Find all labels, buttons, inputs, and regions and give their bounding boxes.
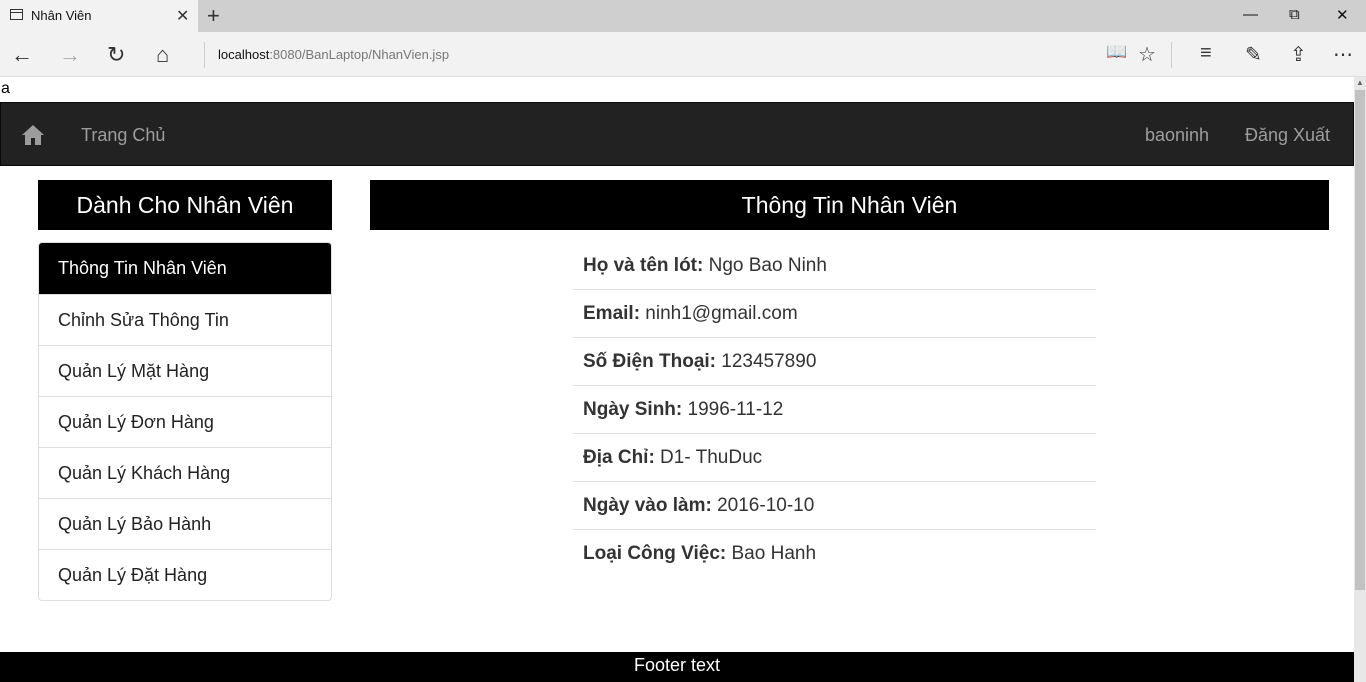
browser-titlebar: Nhân Viên ✕ + — ⧉ ✕ bbox=[0, 0, 1366, 32]
info-row-job-type: Loại Công Việc: Bao Hanh bbox=[573, 530, 1096, 578]
info-row-email: Email: ninh1@gmail.com bbox=[573, 290, 1096, 338]
info-value: Bao Hanh bbox=[726, 543, 817, 564]
maximize-button[interactable]: ⧉ bbox=[1289, 6, 1300, 23]
info-label: Loại Công Việc: bbox=[583, 543, 727, 564]
info-label: Ngày Sinh: bbox=[583, 399, 683, 420]
info-value: D1- ThuDuc bbox=[654, 447, 763, 468]
more-icon[interactable]: ⋯ bbox=[1333, 42, 1353, 67]
info-label: Họ và tên lót: bbox=[583, 255, 704, 276]
sidebar-menu: Thông Tin Nhân Viên Chỉnh Sửa Thông Tin … bbox=[38, 242, 332, 601]
browser-tab[interactable]: Nhân Viên ✕ bbox=[0, 0, 198, 32]
info-value: Ngo Bao Ninh bbox=[703, 255, 827, 276]
url-input[interactable]: localhost:8080/BanLaptop/NhanVien.jsp bbox=[218, 47, 449, 62]
minimize-button[interactable]: — bbox=[1243, 6, 1258, 23]
tab-close-icon[interactable]: ✕ bbox=[176, 6, 189, 26]
nav-link-home[interactable]: Trang Chủ bbox=[81, 125, 165, 146]
refresh-icon[interactable]: ↻ bbox=[107, 42, 125, 68]
scroll-up-arrow-icon[interactable]: ▲ bbox=[1356, 78, 1364, 87]
forward-icon[interactable]: → bbox=[59, 42, 81, 68]
web-note-icon[interactable]: ✎ bbox=[1245, 42, 1262, 67]
page-content: a Trang Chủ baoninh Đăng Xuất Dành Cho N… bbox=[0, 77, 1354, 682]
sidebar-item-manage-customers[interactable]: Quản Lý Khách Hàng bbox=[39, 447, 331, 498]
page-icon bbox=[10, 9, 23, 20]
footer: Footer text bbox=[0, 652, 1354, 682]
sidebar-item-manage-bookings[interactable]: Quản Lý Đặt Hàng bbox=[39, 549, 331, 600]
favorite-star-icon[interactable]: ☆ bbox=[1138, 42, 1156, 67]
employee-info-list: Họ và tên lót: Ngo Bao Ninh Email: ninh1… bbox=[573, 242, 1096, 578]
sidebar-item-edit-info[interactable]: Chỉnh Sửa Thông Tin bbox=[39, 294, 331, 345]
info-label: Email: bbox=[583, 303, 641, 324]
divider bbox=[1171, 42, 1172, 68]
info-value: 1996-11-12 bbox=[682, 399, 784, 420]
new-tab-button[interactable]: + bbox=[207, 3, 220, 29]
back-icon[interactable]: ← bbox=[11, 42, 33, 68]
page-title: Thông Tin Nhân Viên bbox=[370, 180, 1329, 230]
divider bbox=[204, 42, 205, 68]
info-label: Số Điện Thoại: bbox=[583, 351, 716, 372]
info-row-full-name: Họ và tên lót: Ngo Bao Ninh bbox=[573, 242, 1096, 290]
url-path: :8080/BanLaptop/NhanVien.jsp bbox=[269, 47, 450, 62]
nav-link-logout[interactable]: Đăng Xuất bbox=[1245, 125, 1330, 146]
hub-icon[interactable]: ≡ bbox=[1200, 42, 1212, 65]
sidebar-item-manage-orders[interactable]: Quản Lý Đơn Hàng bbox=[39, 396, 331, 447]
nav-link-username[interactable]: baoninh bbox=[1145, 125, 1209, 146]
sidebar-item-manage-products[interactable]: Quản Lý Mặt Hàng bbox=[39, 345, 331, 396]
info-row-start-date: Ngày vào làm: 2016-10-10 bbox=[573, 482, 1096, 530]
info-value: ninh1@gmail.com bbox=[640, 303, 798, 324]
url-host: localhost bbox=[218, 47, 270, 62]
info-row-phone: Số Điện Thoại: 123457890 bbox=[573, 338, 1096, 386]
sidebar-item-manage-warranty[interactable]: Quản Lý Bảo Hành bbox=[39, 498, 331, 549]
info-row-birthdate: Ngày Sinh: 1996-11-12 bbox=[573, 386, 1096, 434]
reading-view-icon[interactable]: 📖 bbox=[1106, 42, 1127, 62]
share-icon[interactable]: ⇪ bbox=[1290, 42, 1307, 67]
sidebar-item-employee-info[interactable]: Thông Tin Nhân Viên bbox=[39, 243, 331, 294]
site-navbar: Trang Chủ baoninh Đăng Xuất bbox=[0, 102, 1354, 166]
sidebar-heading: Dành Cho Nhân Viên bbox=[38, 180, 332, 230]
info-value: 2016-10-10 bbox=[711, 495, 815, 516]
info-label: Ngày vào làm: bbox=[583, 495, 712, 516]
stray-text: a bbox=[1, 80, 10, 97]
browser-toolbar: ← → ↻ ⌂ localhost:8080/BanLaptop/NhanVie… bbox=[0, 32, 1366, 77]
home-icon[interactable] bbox=[21, 123, 45, 147]
close-window-button[interactable]: ✕ bbox=[1336, 6, 1349, 24]
scrollbar-thumb[interactable] bbox=[1355, 90, 1365, 590]
info-row-address: Địa Chỉ: D1- ThuDuc bbox=[573, 434, 1096, 482]
info-value: 123457890 bbox=[716, 351, 817, 372]
tab-title: Nhân Viên bbox=[31, 8, 92, 23]
info-label: Địa Chỉ: bbox=[583, 447, 655, 468]
home-icon[interactable]: ⌂ bbox=[156, 42, 169, 68]
